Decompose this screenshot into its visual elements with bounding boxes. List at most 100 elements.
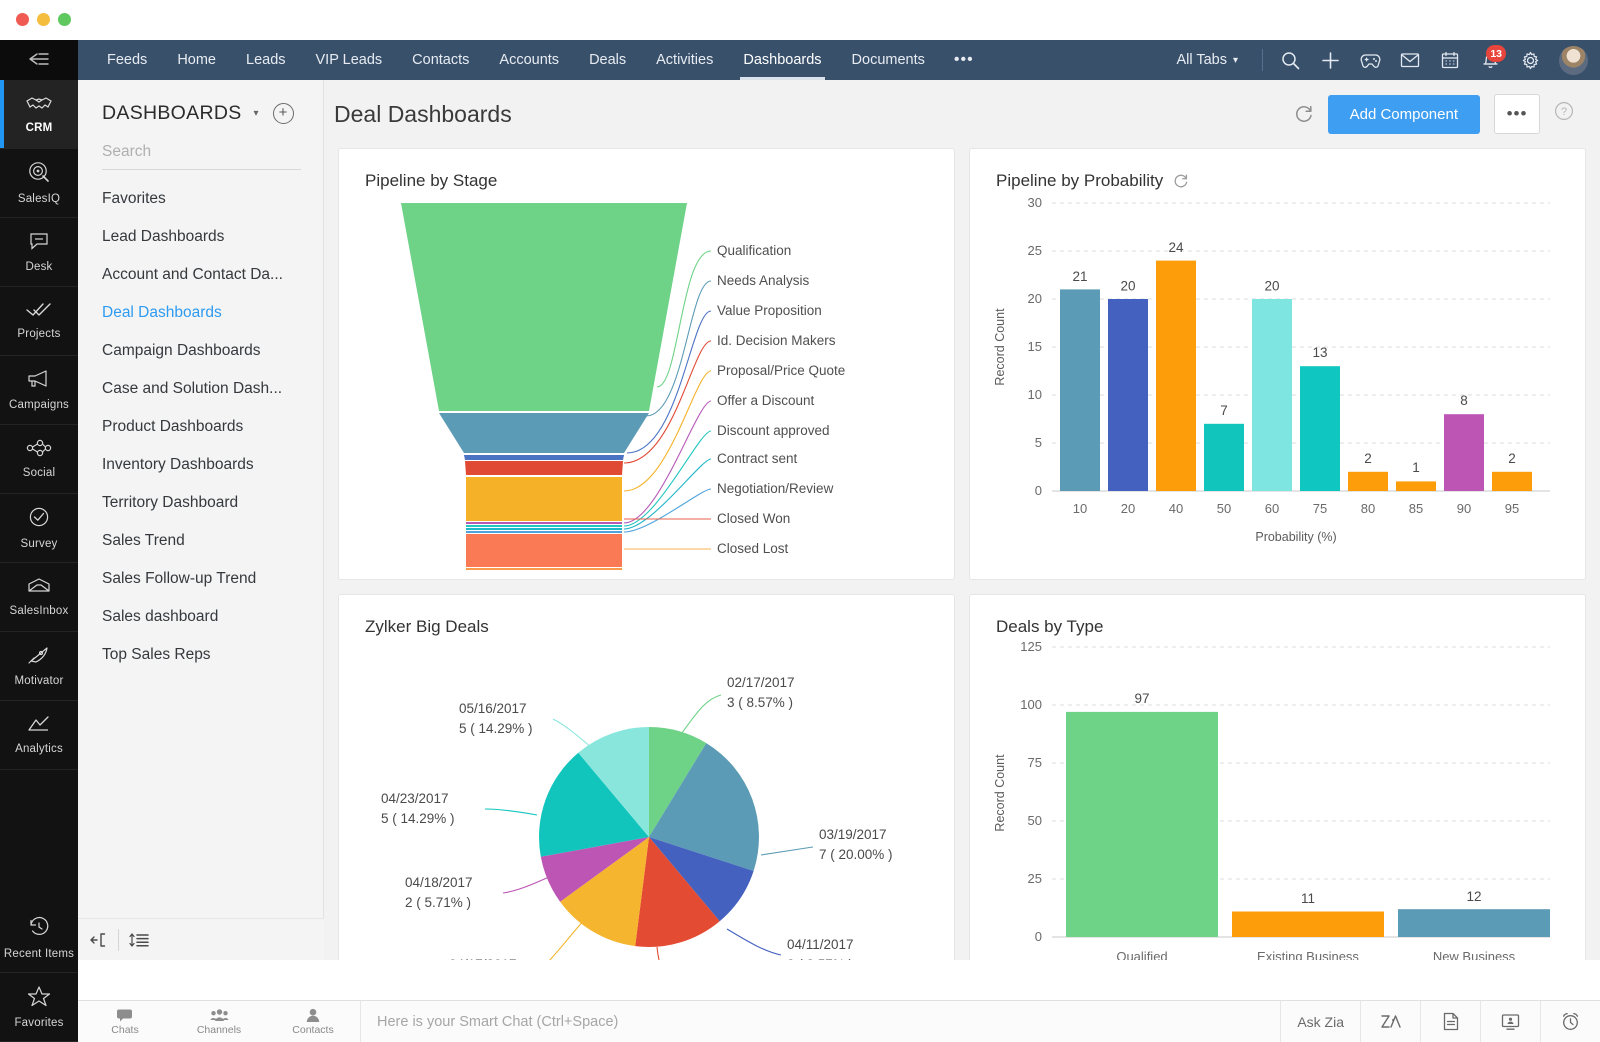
rail-item-salesinbox[interactable]: SalesInbox (0, 563, 78, 632)
dashboard-item-account-and-contact[interactable]: Account and Contact Da... (78, 256, 323, 294)
nav-item-contacts[interactable]: Contacts (397, 40, 484, 80)
rail-item-projects[interactable]: Projects (0, 287, 78, 356)
dashboard-item-favorites[interactable]: Favorites (78, 180, 323, 218)
bar-prob-10[interactable] (1060, 289, 1100, 491)
nav-item-leads[interactable]: Leads (231, 40, 301, 80)
bar-prob-85[interactable] (1396, 481, 1436, 491)
bar-prob-90[interactable] (1444, 414, 1484, 491)
rail-item-survey[interactable]: Survey (0, 494, 78, 563)
refresh-icon[interactable] (1294, 104, 1314, 124)
bar-qualified[interactable] (1066, 711, 1218, 937)
nav-item-feeds[interactable]: Feeds (92, 40, 162, 80)
rail-item-motivator[interactable]: Motivator (0, 632, 78, 701)
funnel-chart[interactable]: Qualification Needs Analysis Value Propo… (339, 191, 955, 571)
funnel-segment-value-proposition[interactable] (464, 455, 624, 460)
bar-prob-50[interactable] (1204, 423, 1244, 491)
dashboard-item-lead-dashboards[interactable]: Lead Dashboards (78, 218, 323, 256)
nav-item-accounts[interactable]: Accounts (484, 40, 574, 80)
funnel-segment-id-decision-makers[interactable] (465, 461, 623, 475)
rail-item-social[interactable]: Social (0, 425, 78, 494)
bar-prob-75[interactable] (1300, 366, 1340, 491)
rail-item-recent-items[interactable]: Recent Items (0, 904, 78, 973)
dashboard-item-case-and-solution[interactable]: Case and Solution Dash... (78, 370, 323, 408)
add-component-button[interactable]: Add Component (1327, 94, 1480, 134)
nav-item-vip-leads[interactable]: VIP Leads (301, 40, 398, 80)
dashboard-item-inventory-dashboards[interactable]: Inventory Dashboards (78, 446, 323, 484)
smart-chat-input[interactable] (377, 1013, 1281, 1030)
calendar-icon[interactable] (1431, 40, 1469, 80)
maximize-window-button[interactable] (58, 13, 71, 26)
rail-item-crm[interactable]: CRM (0, 80, 78, 149)
mail-icon[interactable] (1391, 40, 1429, 80)
nav-item-dashboards[interactable]: Dashboards (728, 40, 836, 80)
help-icon[interactable]: ? (1554, 101, 1574, 127)
dashboard-item-product-dashboards[interactable]: Product Dashboards (78, 408, 323, 446)
bar-existing-business[interactable] (1232, 911, 1384, 938)
bar-prob-60[interactable] (1252, 299, 1292, 491)
funnel-segment-closed-lost[interactable] (466, 568, 622, 570)
dashboard-item-sales-dashboard[interactable]: Sales dashboard (78, 598, 323, 636)
panel-title: DASHBOARDS (102, 102, 242, 124)
notes-icon[interactable] (1420, 1001, 1480, 1042)
funnel-segment-offer-a-discount[interactable] (466, 522, 622, 524)
ask-zia-button[interactable]: Ask Zia (1280, 1001, 1360, 1042)
nav-item-documents[interactable]: Documents (837, 40, 940, 80)
bar-prob-80[interactable] (1348, 471, 1388, 491)
group-people-icon (209, 1008, 229, 1023)
gamification-icon[interactable] (1351, 40, 1389, 80)
funnel-segment-proposal-price-quote[interactable] (466, 477, 622, 521)
bar-prob-40[interactable] (1156, 260, 1196, 491)
bar-prob-20[interactable] (1108, 299, 1148, 491)
plus-circle-icon[interactable]: + (272, 103, 294, 124)
rail-collapse-button[interactable] (0, 40, 78, 80)
nav-more-button[interactable]: ••• (940, 40, 988, 80)
nav-item-activities[interactable]: Activities (641, 40, 728, 80)
refresh-icon[interactable] (1173, 173, 1189, 189)
funnel-segment-negotiation-review[interactable] (466, 531, 622, 533)
dashboard-item-deal-dashboards[interactable]: Deal Dashboards (78, 294, 323, 332)
bar-new-business[interactable] (1398, 909, 1550, 937)
bar-prob-95[interactable] (1492, 471, 1532, 491)
funnel-segment-needs-analysis[interactable] (439, 413, 649, 453)
plus-icon[interactable] (1311, 40, 1349, 80)
dashboard-item-territory-dashboard[interactable]: Territory Dashboard (78, 484, 323, 522)
funnel-segment-qualification[interactable] (401, 203, 687, 411)
funnel-segment-contract-sent[interactable] (466, 528, 622, 530)
dashboard-more-button[interactable]: ••• (1494, 94, 1540, 134)
nav-item-deals[interactable]: Deals (574, 40, 641, 80)
minimize-window-button[interactable] (37, 13, 50, 26)
funnel-segment-closed-won[interactable] (466, 534, 622, 567)
zia-icon[interactable] (1360, 1001, 1420, 1042)
dashboard-item-top-sales-reps[interactable]: Top Sales Reps (78, 636, 323, 674)
all-tabs-dropdown[interactable]: All Tabs ▾ (1160, 52, 1254, 68)
rail-item-salesiq[interactable]: SalesIQ (0, 149, 78, 218)
rail-item-desk[interactable]: Desk (0, 218, 78, 287)
search-icon[interactable] (1271, 40, 1309, 80)
funnel-segment-discount-approved[interactable] (466, 525, 622, 527)
bottom-tab-chats[interactable]: Chats (78, 1001, 172, 1042)
bell-icon[interactable]: 13 (1471, 40, 1509, 80)
rail-item-analytics[interactable]: Analytics (0, 701, 78, 770)
close-window-button[interactable] (16, 13, 29, 26)
deals-by-type-bar-chart[interactable]: 0 25 50 75 100 125 97 11 12 Qualified Ex… (970, 637, 1586, 960)
bottom-tab-channels[interactable]: Channels (172, 1001, 266, 1042)
dashboard-item-campaign-dashboards[interactable]: Campaign Dashboards (78, 332, 323, 370)
collapse-panel-icon[interactable] (78, 919, 118, 961)
alarm-clock-icon[interactable] (1540, 1001, 1600, 1042)
rail-item-favorites[interactable]: Favorites (0, 973, 78, 1042)
rail-item-campaigns[interactable]: Campaigns (0, 356, 78, 425)
dashboard-item-sales-trend[interactable]: Sales Trend (78, 522, 323, 560)
bar-value-80: 2 (1364, 451, 1372, 466)
probability-bar-chart[interactable]: 0 5 10 15 20 25 30 21 20 24 7 20 13 2 1 … (970, 191, 1586, 571)
dashboard-item-sales-followup-trend[interactable]: Sales Follow-up Trend (78, 560, 323, 598)
sort-list-icon[interactable] (119, 919, 159, 961)
search-input[interactable] (102, 143, 301, 161)
collapse-left-icon[interactable] (28, 51, 50, 70)
bottom-tab-contacts[interactable]: Contacts (266, 1001, 360, 1042)
nav-item-home[interactable]: Home (162, 40, 231, 80)
chevron-down-icon[interactable]: ▾ (254, 108, 259, 119)
zylker-big-deals-pie-chart[interactable]: 02/17/2017 3 ( 8.57% ) 03/19/2017 7 ( 20… (339, 637, 955, 960)
user-avatar[interactable] (1559, 45, 1588, 75)
gear-icon[interactable] (1511, 40, 1549, 80)
presentation-icon[interactable] (1480, 1001, 1540, 1042)
